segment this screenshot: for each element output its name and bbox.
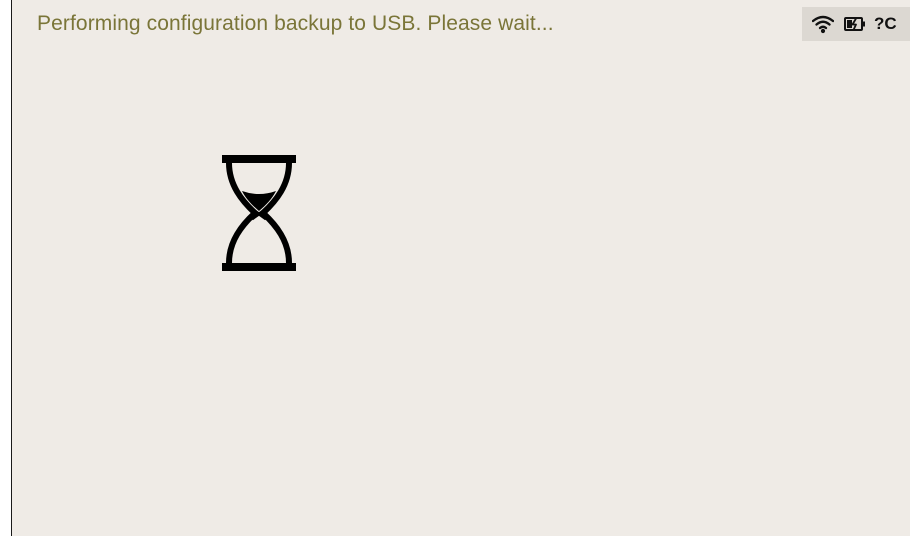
device-screen: Performing configuration backup to USB. … <box>11 0 910 536</box>
status-message: Performing configuration backup to USB. … <box>37 12 554 35</box>
status-tray: ?C <box>802 7 910 41</box>
unknown-status-indicator: ?C <box>874 14 897 33</box>
hourglass-icon <box>222 155 296 273</box>
wifi-icon <box>812 14 834 34</box>
battery-charging-icon <box>843 15 867 33</box>
